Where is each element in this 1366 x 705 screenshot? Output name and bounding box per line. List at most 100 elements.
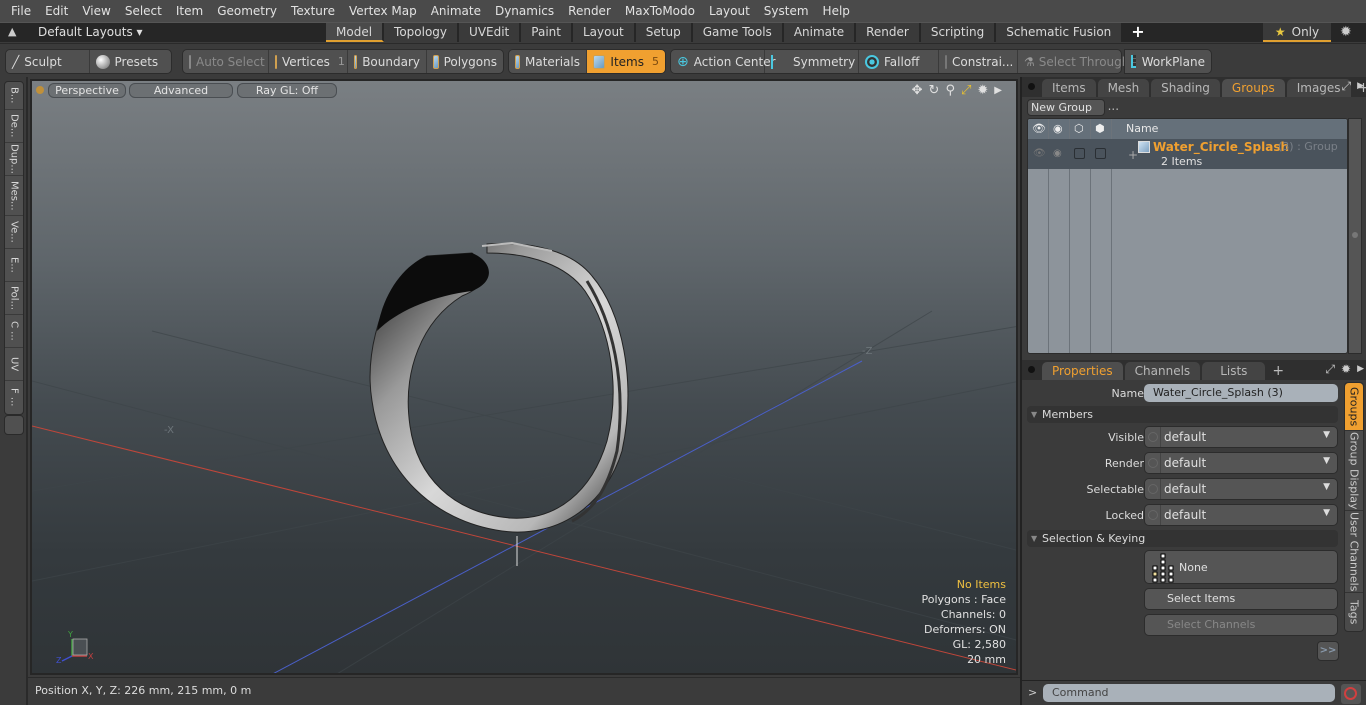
rotate-view-icon[interactable]: ↻ [929, 83, 940, 99]
water-splash-model[interactable] [369, 241, 629, 533]
menu-layout[interactable]: Layout [702, 0, 757, 22]
viewport-settings-icon[interactable]: ✹ [977, 83, 988, 99]
tab-channels[interactable]: Channels [1124, 362, 1201, 380]
expand-props-icon[interactable]: ⤢ [1325, 362, 1335, 377]
materials-button[interactable]: Materials [509, 50, 587, 73]
gear-icon[interactable]: ✹ [1340, 24, 1352, 40]
add-tab-button[interactable]: + [1123, 23, 1152, 42]
command-input[interactable]: Command [1043, 684, 1335, 702]
layouts-dropdown[interactable]: Default Layouts ▾ [38, 25, 143, 39]
menu-view[interactable]: View [75, 0, 117, 22]
zoom-view-icon[interactable]: ⚲ [945, 83, 955, 99]
eye-icon[interactable]: 👁 [1032, 122, 1046, 135]
tab-topology[interactable]: Topology [384, 23, 460, 42]
menu-file[interactable]: File [4, 0, 38, 22]
menu-dynamics[interactable]: Dynamics [488, 0, 561, 22]
tab-paint[interactable]: Paint [521, 23, 573, 42]
workplane-button[interactable]: WorkPlane [1125, 50, 1211, 73]
group-row[interactable]: 👁 ◉ + Water_Circle_Splash (3) : Group 2 … [1028, 139, 1347, 169]
menu-select[interactable]: Select [118, 0, 169, 22]
left-tab-edge[interactable]: E... [5, 249, 23, 282]
tab-layout[interactable]: Layout [572, 23, 636, 42]
menu-edit[interactable]: Edit [38, 0, 75, 22]
panel-menu-dot[interactable] [1028, 83, 1035, 90]
members-section[interactable]: ▼ Members [1027, 406, 1338, 423]
menu-geometry[interactable]: Geometry [210, 0, 284, 22]
menu-system[interactable]: System [757, 0, 816, 22]
vertices-button[interactable]: Vertices 1 [269, 50, 348, 73]
left-tab-polygon[interactable]: Pol... [5, 282, 23, 315]
tab-setup[interactable]: Setup [635, 23, 693, 42]
row-selectable-toggle[interactable] [1074, 148, 1085, 159]
select-channels-button[interactable]: Select Channels [1144, 614, 1338, 636]
tab-render[interactable]: Render [856, 23, 921, 42]
selection-set-button[interactable]: None [1144, 550, 1338, 584]
left-tab-uv[interactable]: UV [5, 348, 23, 381]
menu-item[interactable]: Item [169, 0, 210, 22]
tab-items[interactable]: Items [1042, 79, 1096, 97]
shading-mode-button[interactable]: Advanced [129, 83, 233, 98]
polygons-button[interactable]: Polygons [427, 50, 503, 73]
tab-properties[interactable]: Properties [1042, 362, 1123, 380]
locked-dropdown[interactable]: default ▼ [1144, 504, 1338, 526]
viewport-more-icon[interactable]: ▶ [994, 83, 1002, 99]
3d-viewport[interactable]: -X -Z Y X Z Perspective Advanced Ray GL:… [30, 79, 1018, 675]
tab-lists[interactable]: Lists [1202, 362, 1266, 380]
select-items-button[interactable]: Select Items [1144, 588, 1338, 610]
tab-game-tools[interactable]: Game Tools [692, 23, 784, 42]
expand-panel-icon[interactable]: ⤢ [1341, 79, 1351, 94]
selectable-dropdown[interactable]: default ▼ [1144, 478, 1338, 500]
props-menu-dot[interactable] [1028, 366, 1035, 373]
tab-uvedit[interactable]: UVEdit [459, 23, 522, 42]
tab-shading[interactable]: Shading [1151, 79, 1220, 97]
render-dropdown[interactable]: default ▼ [1144, 452, 1338, 474]
visible-dropdown[interactable]: default ▼ [1144, 426, 1338, 448]
presets-button[interactable]: Presets [90, 50, 172, 73]
menu-texture[interactable]: Texture [284, 0, 342, 22]
side-tab-tags[interactable]: Tags [1345, 593, 1363, 631]
left-tab-vertex[interactable]: Ve... [5, 216, 23, 249]
row-lock-toggle[interactable] [1095, 148, 1106, 159]
expand-group-icon[interactable]: + [1128, 148, 1138, 162]
name-field[interactable]: Water_Circle_Splash (3) [1144, 384, 1338, 402]
move-view-icon[interactable]: ✥ [912, 83, 923, 99]
props-gear-icon[interactable]: ✹ [1341, 362, 1351, 377]
tab-model[interactable]: Model [326, 23, 385, 42]
menu-help[interactable]: Help [816, 0, 857, 22]
tab-scripting[interactable]: Scripting [920, 23, 997, 42]
maximize-view-icon[interactable]: ⤢ [961, 83, 971, 99]
camera-icon[interactable]: ◉ [1053, 122, 1063, 135]
record-macro-button[interactable] [1341, 684, 1361, 704]
viewport-status-dot[interactable] [36, 86, 44, 94]
left-tab-duplicate[interactable]: Dup... [5, 143, 23, 176]
collapse-up-icon[interactable]: ▲ [8, 25, 16, 38]
constraints-button[interactable]: Constrai... [939, 50, 1018, 73]
left-tab-curve[interactable]: C ... [5, 315, 23, 348]
props-more-icon[interactable]: ▶ [1357, 362, 1364, 377]
menu-animate[interactable]: Animate [424, 0, 488, 22]
row-camera-icon[interactable]: ◉ [1053, 148, 1062, 159]
raygl-button[interactable]: Ray GL: Off [237, 83, 337, 98]
panel-more-icon[interactable]: ▶ [1357, 79, 1364, 94]
left-tab-fusion[interactable]: F ... [5, 381, 23, 414]
tab-animate[interactable]: Animate [783, 23, 857, 42]
menu-maxtomodo[interactable]: MaxToModo [618, 0, 702, 22]
side-tab-user-channels[interactable]: User Channels [1345, 511, 1363, 593]
falloff-button[interactable]: Falloff [859, 50, 939, 73]
row-eye-icon[interactable]: 👁 [1033, 148, 1046, 159]
name-column-header[interactable]: Name [1126, 122, 1158, 135]
menu-vertex-map[interactable]: Vertex Map [342, 0, 424, 22]
select-through-button[interactable]: ⚗ Select Through [1018, 50, 1129, 73]
items-button[interactable]: Items 5 [587, 50, 665, 73]
tab-schematic-fusion[interactable]: Schematic Fusion [996, 23, 1124, 42]
only-toggle[interactable]: ★ Only [1263, 23, 1331, 42]
sculpt-button[interactable]: ╱ Sculpt [6, 50, 90, 73]
action-center-button[interactable]: ⊕ Action Center [671, 50, 776, 73]
view-mode-button[interactable]: Perspective [48, 83, 126, 98]
side-tab-group-display[interactable]: Group Display [1345, 431, 1363, 511]
left-extra-tab[interactable] [4, 415, 24, 435]
left-tab-mesh-edit[interactable]: Mes... [5, 176, 23, 216]
symmetry-button[interactable]: Symmetry [765, 50, 859, 73]
tab-groups[interactable]: Groups [1221, 79, 1285, 97]
selection-keying-section[interactable]: ▼ Selection & Keying [1027, 530, 1338, 547]
